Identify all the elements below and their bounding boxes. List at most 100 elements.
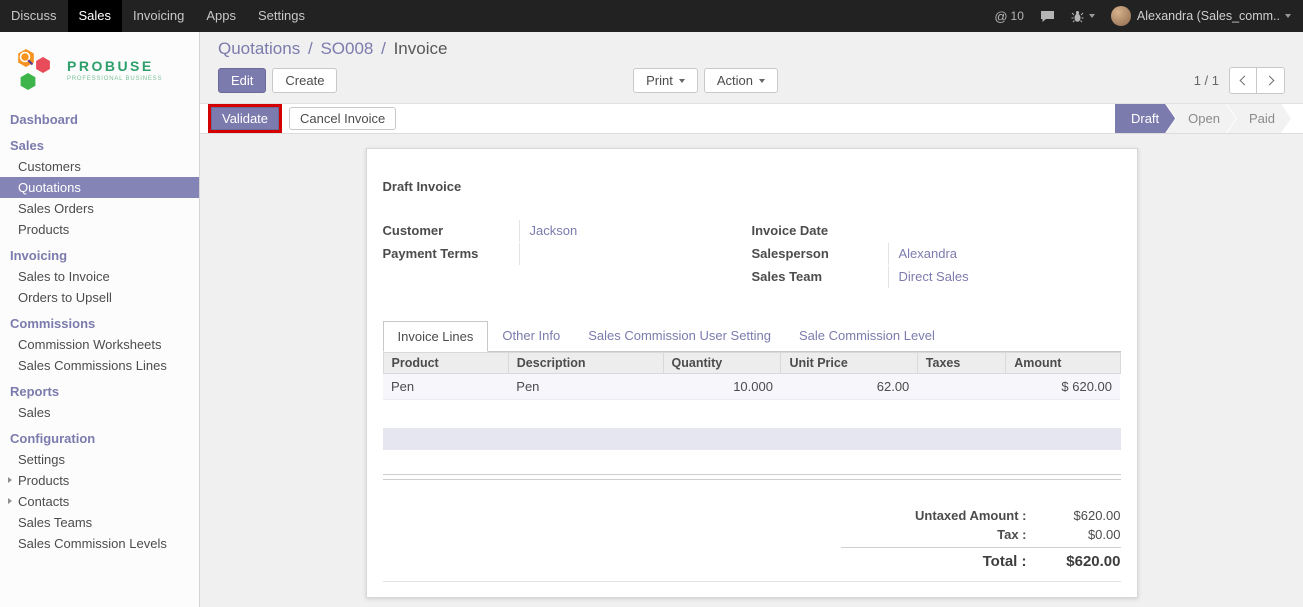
breadcrumb-separator: /: [308, 39, 313, 58]
untaxed-amount-row: Untaxed Amount : $620.00: [841, 506, 1121, 525]
sidebar-section-reports[interactable]: Reports: [0, 381, 199, 402]
status-draft[interactable]: Draft: [1115, 104, 1175, 133]
invoice-sheet: Draft Invoice Customer Jackson Payment T…: [366, 148, 1138, 598]
messages-icon[interactable]: [1040, 10, 1055, 23]
topbar: Discuss Sales Invoicing Apps Settings @ …: [0, 0, 1303, 32]
edit-button[interactable]: Edit: [218, 68, 266, 93]
customer-value[interactable]: Jackson: [519, 220, 752, 242]
field-row: Payment Terms: [383, 243, 752, 265]
tax-label: Tax :: [841, 527, 1041, 542]
tab-invoice-lines[interactable]: Invoice Lines: [383, 321, 489, 352]
field-row: Sales Team Direct Sales: [752, 266, 1121, 288]
chevron-down-icon: [679, 79, 685, 83]
control-panel: Quotations / SO008 / Invoice Edit Create…: [200, 32, 1303, 103]
pager: 1 / 1: [1194, 67, 1285, 94]
logo-title: PROBUSE: [67, 58, 162, 74]
debug-menu[interactable]: [1071, 10, 1095, 23]
chevron-down-icon: [759, 79, 765, 83]
cell-quantity: 10.000: [663, 374, 781, 400]
status-open[interactable]: Open: [1166, 104, 1236, 133]
breadcrumb-current: Invoice: [394, 39, 448, 58]
sidebar-section-sales[interactable]: Sales: [0, 135, 199, 156]
sidebar-item-config-contacts[interactable]: Contacts: [0, 491, 199, 512]
cell-product: Pen: [383, 374, 508, 400]
print-dropdown-button[interactable]: Print: [633, 68, 698, 93]
body-row: PROBUSE PROFESSIONAL BUSINESS Dashboard …: [0, 32, 1303, 607]
user-name: Alexandra (Sales_comm..: [1137, 9, 1280, 23]
sidebar-item-sales-teams[interactable]: Sales Teams: [0, 512, 199, 533]
field-group-left: Customer Jackson Payment Terms: [383, 220, 752, 289]
sidebar-item-label: Products: [18, 473, 69, 488]
invoice-line-row[interactable]: Pen Pen 10.000 62.00 $ 620.00: [383, 374, 1120, 400]
sidebar-item-commission-worksheets[interactable]: Commission Worksheets: [0, 334, 199, 355]
sidebar-item-config-products[interactable]: Products: [0, 470, 199, 491]
statusbar: Validate Cancel Invoice Draft Open Paid: [200, 103, 1303, 134]
pager-buttons: [1229, 67, 1285, 94]
sidebar-section-commissions[interactable]: Commissions: [0, 313, 199, 334]
breadcrumb-quotations[interactable]: Quotations: [218, 39, 300, 58]
control-panel-center: Print Action: [277, 68, 1133, 93]
col-quantity: Quantity: [663, 353, 781, 374]
sidebar-item-sales-orders[interactable]: Sales Orders: [0, 198, 199, 219]
app-window: Discuss Sales Invoicing Apps Settings @ …: [0, 0, 1303, 607]
sidebar-item-sales-commissions-lines[interactable]: Sales Commissions Lines: [0, 355, 199, 376]
col-description: Description: [508, 353, 663, 374]
action-label: Action: [717, 73, 753, 88]
payment-terms-value: [519, 243, 752, 265]
cancel-invoice-button[interactable]: Cancel Invoice: [289, 107, 396, 130]
tab-sale-commission-level[interactable]: Sale Commission Level: [785, 321, 949, 352]
tab-sales-commission-user-setting[interactable]: Sales Commission User Setting: [574, 321, 785, 352]
logo-subtitle: PROFESSIONAL BUSINESS: [67, 76, 162, 82]
pager-next-button[interactable]: [1257, 67, 1285, 94]
status-pipeline: Draft Open Paid: [1115, 104, 1291, 133]
cell-taxes: [917, 374, 1005, 400]
sales-team-value[interactable]: Direct Sales: [888, 266, 1121, 288]
salesperson-value[interactable]: Alexandra: [888, 243, 1121, 265]
sidebar-nav: Dashboard Sales Customers Quotations Sal…: [0, 109, 199, 554]
mentions-count: 10: [1011, 9, 1024, 23]
sidebar-item-quotations[interactable]: Quotations: [0, 177, 199, 198]
topbar-menu-discuss[interactable]: Discuss: [0, 0, 68, 32]
sidebar-item-sales-commission-levels[interactable]: Sales Commission Levels: [0, 533, 199, 554]
cell-description: Pen: [508, 374, 663, 400]
payment-terms-label: Payment Terms: [383, 243, 519, 265]
cell-amount: $ 620.00: [1006, 374, 1120, 400]
empty-list-row: [383, 428, 1121, 450]
sidebar-item-products[interactable]: Products: [0, 219, 199, 240]
tab-other-info[interactable]: Other Info: [488, 321, 574, 352]
validate-button[interactable]: Validate: [211, 107, 279, 130]
sidebar-item-orders-to-upsell[interactable]: Orders to Upsell: [0, 287, 199, 308]
chevron-down-icon: [1089, 14, 1095, 18]
user-menu[interactable]: Alexandra (Sales_comm..: [1111, 6, 1291, 26]
control-panel-buttons: Edit Create Print Action 1 / 1: [218, 67, 1285, 94]
sidebar-item-customers[interactable]: Customers: [0, 156, 199, 177]
topbar-menu-sales[interactable]: Sales: [68, 0, 123, 32]
totals-block: Untaxed Amount : $620.00 Tax : $0.00 Tot…: [841, 506, 1121, 572]
sidebar-item-settings[interactable]: Settings: [0, 449, 199, 470]
sidebar-item-sales-to-invoice[interactable]: Sales to Invoice: [0, 266, 199, 287]
status-paid[interactable]: Paid: [1227, 104, 1291, 133]
topbar-menu-apps[interactable]: Apps: [195, 0, 247, 32]
field-group-right: Invoice Date Salesperson Alexandra Sales…: [752, 220, 1121, 289]
mentions-indicator[interactable]: @ 10: [994, 9, 1024, 24]
expand-arrow-icon: [8, 498, 12, 504]
probuse-logo-icon: [10, 46, 62, 94]
breadcrumb-so008[interactable]: SO008: [320, 39, 373, 58]
total-row: Total : $620.00: [841, 547, 1121, 572]
topbar-menu-settings[interactable]: Settings: [247, 0, 316, 32]
sidebar-section-invoicing[interactable]: Invoicing: [0, 245, 199, 266]
chat-bubble-icon: [1040, 10, 1055, 23]
breadcrumb: Quotations / SO008 / Invoice: [218, 38, 1285, 60]
pager-previous-button[interactable]: [1229, 67, 1257, 94]
sidebar-section-dashboard[interactable]: Dashboard: [0, 109, 199, 130]
sidebar-item-reports-sales[interactable]: Sales: [0, 402, 199, 423]
topbar-menu-invoicing[interactable]: Invoicing: [122, 0, 195, 32]
total-label: Total :: [841, 553, 1041, 570]
at-icon: @: [994, 9, 1007, 24]
action-dropdown-button[interactable]: Action: [704, 68, 778, 93]
probuse-logo[interactable]: PROBUSE PROFESSIONAL BUSINESS: [0, 32, 199, 104]
field-row: Salesperson Alexandra: [752, 243, 1121, 265]
sidebar-section-configuration[interactable]: Configuration: [0, 428, 199, 449]
sales-team-label: Sales Team: [752, 266, 888, 288]
invoice-date-label: Invoice Date: [752, 220, 888, 242]
